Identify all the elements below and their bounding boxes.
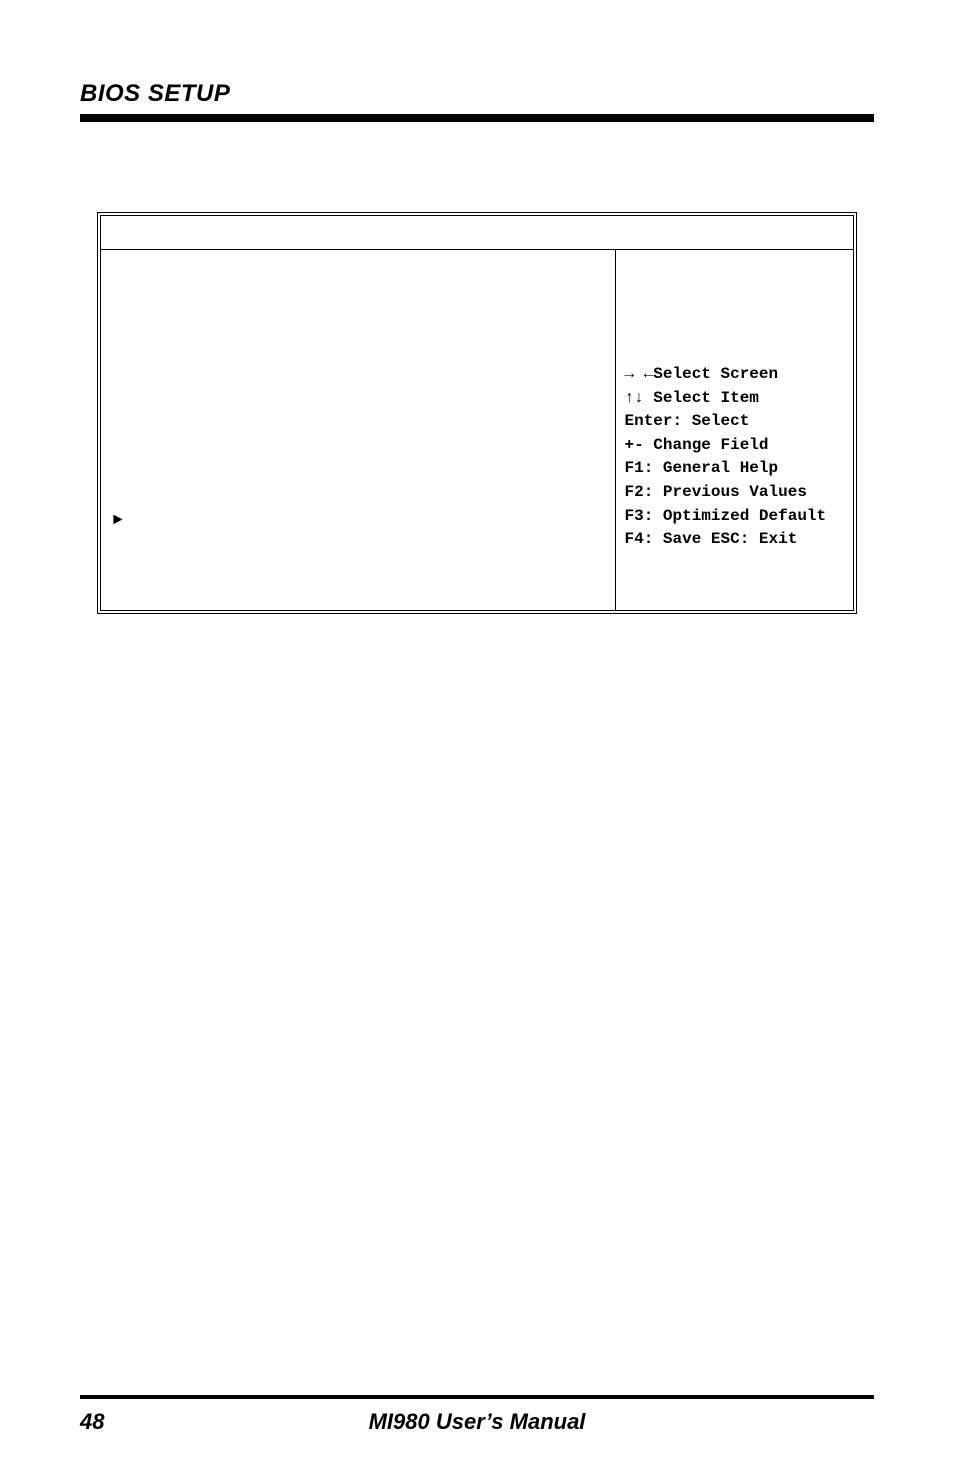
header-divider [80, 114, 874, 122]
help-f2: F2: Previous Values [624, 482, 845, 504]
help-select-screen: → ←Select Screen [624, 364, 845, 386]
bios-help-pane: → ←Select Screen ↑↓ Select Item Enter: S… [615, 250, 853, 610]
bios-body: ► → ←Select Screen ↑↓ Select Item Enter:… [101, 250, 853, 610]
help-select-item: ↑↓ Select Item [624, 388, 845, 410]
help-f1: F1: General Help [624, 458, 845, 480]
help-f3: F3: Optimized Default [624, 506, 845, 528]
page-section-title: BIOS SETUP [80, 80, 874, 108]
footer-divider [80, 1395, 874, 1399]
page-footer: 48 MI980 User’s Manual [80, 1395, 874, 1435]
bios-setup-panel: ► → ←Select Screen ↑↓ Select Item Enter:… [97, 212, 857, 614]
help-enter: Enter: Select [624, 411, 845, 433]
help-f4: F4: Save ESC: Exit [624, 529, 845, 551]
manual-title: MI980 User’s Manual [80, 1409, 874, 1435]
help-change-field: +- Change Field [624, 435, 845, 457]
bios-left-pane: ► [101, 250, 615, 610]
bios-submenu-pointer-icon: ► [113, 510, 603, 596]
bios-title-bar [101, 216, 853, 250]
